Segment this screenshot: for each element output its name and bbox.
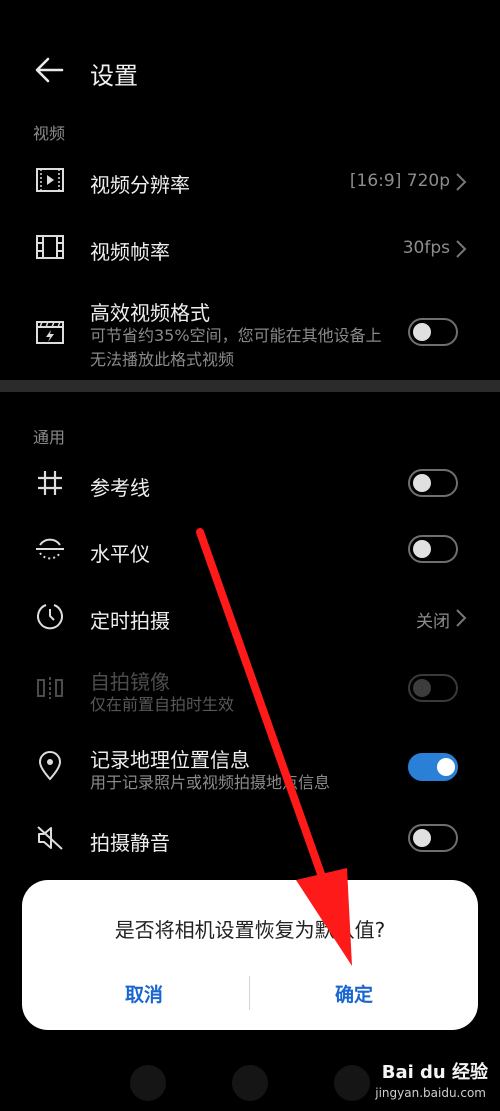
- annotation-arrow: [196, 528, 352, 966]
